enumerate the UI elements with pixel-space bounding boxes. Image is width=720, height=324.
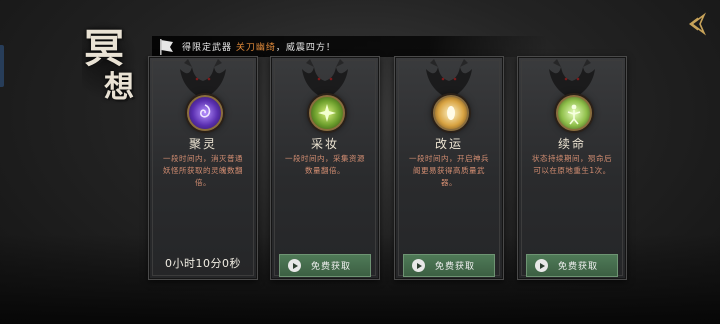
buff-card-3: 改运 一段时间内，开启神兵阁更易获得高质量武器。 免费获取: [394, 56, 504, 280]
back-arrow-icon[interactable]: [686, 12, 710, 36]
play-icon: [288, 259, 301, 272]
dragon-head-icon: [426, 59, 472, 99]
play-icon: [535, 259, 548, 272]
free-claim-button[interactable]: 免费获取: [526, 254, 618, 277]
revive-icon: [567, 104, 581, 125]
button-label: 免费获取: [558, 262, 599, 272]
spirit-gather-icon: [200, 104, 211, 118]
buff-orb: [556, 95, 592, 131]
card-description: 一段时间内，开启神兵阁更易获得高质量武器。: [409, 154, 489, 187]
buff-orb: [309, 95, 345, 131]
title-char-2: 想: [104, 70, 134, 105]
card-title: 续命: [557, 137, 586, 151]
buff-orb: [433, 95, 469, 131]
page-title: 冥 想: [82, 14, 138, 105]
card-description: 状态持续期间，殒命后可以在原地重生1次。: [532, 154, 612, 175]
buff-card-4: 续命 状态持续期间，殒命后可以在原地重生1次。 免费获取: [517, 56, 627, 280]
card-description: 一段时间内，消灭普通妖怪所获取的灵魄数翻倍。: [163, 154, 243, 187]
free-claim-button[interactable]: 免费获取: [403, 254, 495, 277]
card-title: 改运: [434, 137, 463, 151]
gather-icon: [318, 104, 336, 122]
banner-weapon-name: 关刀幽绮: [235, 43, 276, 53]
side-tab[interactable]: [0, 45, 4, 87]
card-title: 采妆: [310, 137, 339, 151]
dragon-head-icon: [302, 59, 348, 99]
buff-card-2: 采妆 一段时间内，采集资源数量翻倍。 免费获取: [270, 56, 380, 280]
buff-card-1: 聚灵 一段时间内，消灭普通妖怪所获取的灵魄数翻倍。 0小时10分0秒: [148, 56, 258, 280]
card-description: 一段时间内，采集资源数量翻倍。: [285, 154, 365, 175]
button-label: 免费获取: [435, 262, 476, 272]
dragon-head-icon: [180, 59, 226, 99]
countdown-timer: 0小时10分0秒: [165, 257, 241, 270]
buff-orb: [187, 95, 223, 131]
dragon-head-icon: [549, 59, 595, 99]
play-icon: [412, 259, 425, 272]
fortune-icon: [447, 106, 455, 120]
button-label: 免费获取: [311, 262, 352, 272]
card-title: 聚灵: [188, 137, 217, 151]
free-claim-button[interactable]: 免费获取: [279, 254, 371, 277]
